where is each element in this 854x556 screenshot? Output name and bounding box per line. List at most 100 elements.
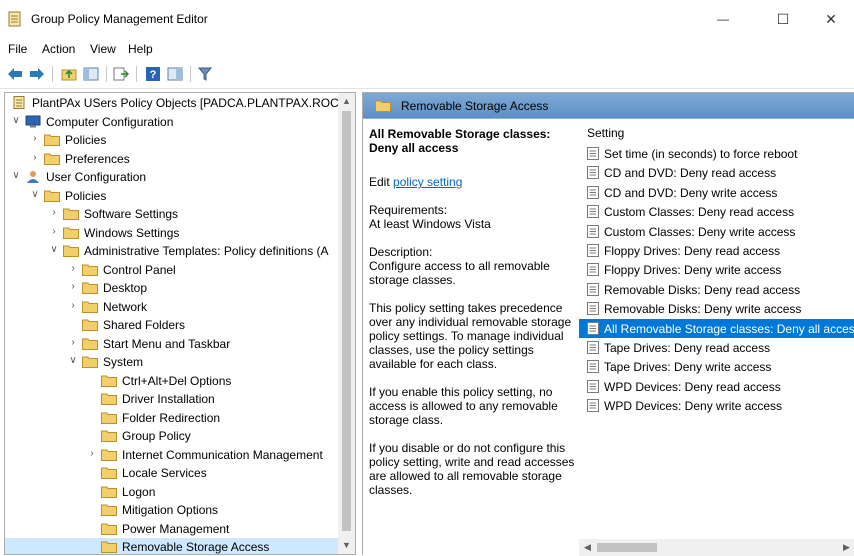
folder-icon xyxy=(101,430,117,442)
setting-row[interactable]: All Removable Storage classes: Deny all … xyxy=(579,318,854,338)
tree-item[interactable]: Ctrl+Alt+Del Options xyxy=(5,372,341,390)
menu-view[interactable]: View xyxy=(90,42,116,56)
setting-row[interactable]: Removable Disks: Deny write access xyxy=(579,299,854,318)
menu-action[interactable]: Action xyxy=(42,42,75,56)
tree-item[interactable]: › Network xyxy=(5,298,341,316)
export-list-icon[interactable] xyxy=(112,65,130,83)
tree-item-label: Desktop xyxy=(103,281,148,295)
tree-item[interactable]: Mitigation Options xyxy=(5,501,341,519)
maximize-button[interactable]: ☐ xyxy=(760,0,806,38)
menu-help[interactable]: Help xyxy=(128,42,153,56)
chevron-right-icon[interactable]: › xyxy=(30,133,40,145)
tree-item[interactable]: › Start Menu and Taskbar xyxy=(5,335,341,353)
edit-prefix: Edit xyxy=(369,175,394,189)
scroll-down-icon[interactable]: ▼ xyxy=(338,537,355,554)
minimize-button[interactable]: — xyxy=(700,0,746,38)
tree-item[interactable]: › Policies xyxy=(5,131,341,149)
folder-icon xyxy=(101,467,117,479)
folder-icon xyxy=(101,375,117,387)
filter-icon[interactable] xyxy=(196,65,214,83)
tree-item[interactable]: ∨ System xyxy=(5,353,341,371)
tree-item[interactable]: › Internet Communication Management xyxy=(5,446,341,464)
setting-row[interactable]: CD and DVD: Deny write access xyxy=(579,183,854,202)
console-tree[interactable]: PlantPAx USers Policy Objects [PADCA.PLA… xyxy=(4,92,356,555)
chevron-down-icon[interactable]: ∨ xyxy=(68,355,78,367)
help-icon[interactable]: ? xyxy=(144,65,162,83)
chevron-right-icon[interactable]: › xyxy=(68,337,78,349)
setting-row[interactable]: WPD Devices: Deny read access xyxy=(579,377,854,396)
tree-vertical-scrollbar[interactable]: ▲ ▼ xyxy=(338,93,355,554)
tree-item[interactable]: Power Management xyxy=(5,520,341,538)
chevron-right-icon[interactable]: › xyxy=(49,226,59,238)
scroll-left-icon[interactable]: ◀ xyxy=(579,539,596,556)
menu-file[interactable]: File xyxy=(8,42,27,56)
tree-item[interactable]: › Control Panel xyxy=(5,261,341,279)
tree-item[interactable]: ∨ User Configuration xyxy=(5,168,341,186)
folder-icon xyxy=(44,134,60,146)
properties-pane-icon[interactable] xyxy=(166,65,184,83)
chevron-right-icon[interactable]: › xyxy=(49,207,59,219)
setting-row[interactable]: Set time (in seconds) to force reboot xyxy=(579,144,854,163)
back-arrow-icon[interactable] xyxy=(6,65,24,83)
tree-item-label: Mitigation Options xyxy=(122,503,219,517)
setting-row[interactable]: Removable Disks: Deny read access xyxy=(579,280,854,299)
tree-item[interactable]: Driver Installation xyxy=(5,390,341,408)
chevron-down-icon[interactable]: ∨ xyxy=(49,244,59,256)
setting-row[interactable]: Custom Classes: Deny write access xyxy=(579,222,854,241)
setting-row[interactable]: CD and DVD: Deny read access xyxy=(579,163,854,182)
close-button[interactable]: ✕ xyxy=(808,0,854,38)
horizontal-scrollbar[interactable]: ◀ ▶ xyxy=(579,539,854,556)
tree-item-label: Windows Settings xyxy=(84,225,180,240)
folder-icon xyxy=(82,301,98,313)
setting-row[interactable]: Tape Drives: Deny read access xyxy=(579,338,854,357)
folder-icon xyxy=(82,338,98,350)
tree-item-label: Ctrl+Alt+Del Options xyxy=(122,373,232,388)
tree-item[interactable]: Logon xyxy=(5,483,341,501)
scrollbar-thumb[interactable] xyxy=(342,111,351,531)
folder-icon xyxy=(82,356,98,368)
tree-item[interactable]: › Software Settings xyxy=(5,205,341,223)
policy-title: All Removable Storage classes: Deny all … xyxy=(369,127,551,155)
chevron-right-icon[interactable]: › xyxy=(68,263,78,275)
chevron-right-icon[interactable]: › xyxy=(87,448,97,460)
tree-item[interactable]: › Windows Settings xyxy=(5,224,341,242)
tree-item[interactable]: ∨ Administrative Templates: Policy defini… xyxy=(5,242,341,260)
forward-arrow-icon[interactable] xyxy=(28,65,46,83)
tree-item[interactable]: PlantPAx USers Policy Objects [PADCA.PLA… xyxy=(5,94,350,112)
setting-row[interactable]: Tape Drives: Deny write access xyxy=(579,357,854,376)
chevron-right-icon[interactable]: › xyxy=(30,152,40,164)
setting-row[interactable]: Floppy Drives: Deny read access xyxy=(579,241,854,260)
setting-row[interactable]: WPD Devices: Deny write access xyxy=(579,396,854,415)
tree-item[interactable]: Removable Storage Access xyxy=(5,538,341,554)
chevron-down-icon[interactable]: ∨ xyxy=(30,189,40,201)
tree-item[interactable]: Group Policy xyxy=(5,427,341,445)
details-pane: Removable Storage Access All Removable S… xyxy=(362,92,854,556)
chevron-down-icon[interactable]: ∨ xyxy=(11,115,21,127)
tree-item[interactable]: ∨ Computer Configuration xyxy=(5,113,341,131)
scroll-right-icon[interactable]: ▶ xyxy=(838,539,854,556)
tree-item[interactable]: › Preferences xyxy=(5,150,341,168)
setting-row[interactable]: Custom Classes: Deny read access xyxy=(579,202,854,221)
tree-item[interactable]: ∨ Policies xyxy=(5,187,341,205)
chevron-right-icon[interactable]: › xyxy=(68,281,78,293)
scroll-up-icon[interactable]: ▲ xyxy=(338,93,355,110)
policy-setting-icon xyxy=(587,244,599,257)
extended-description: All Removable Storage classes: Deny all … xyxy=(369,127,575,511)
up-folder-icon[interactable] xyxy=(60,65,78,83)
maximize-icon: ☐ xyxy=(776,10,790,27)
edit-policy-line: Edit policy setting xyxy=(369,175,575,189)
setting-column-header[interactable]: Setting xyxy=(587,126,624,140)
minimize-icon: — xyxy=(717,12,729,26)
tree-item[interactable]: Locale Services xyxy=(5,464,341,482)
edit-policy-setting-link[interactable]: policy setting xyxy=(393,175,462,189)
policy-setting-icon xyxy=(587,399,599,413)
scrollbar-thumb[interactable] xyxy=(597,543,657,552)
chevron-right-icon[interactable]: › xyxy=(68,300,78,312)
chevron-down-icon[interactable]: ∨ xyxy=(11,170,21,182)
show-hide-tree-icon[interactable] xyxy=(82,65,100,83)
setting-label: Floppy Drives: Deny read access xyxy=(604,244,781,258)
tree-item[interactable]: Shared Folders xyxy=(5,316,341,334)
setting-row[interactable]: Floppy Drives: Deny write access xyxy=(579,260,854,279)
tree-item[interactable]: › Desktop xyxy=(5,279,341,297)
tree-item[interactable]: Folder Redirection xyxy=(5,409,341,427)
